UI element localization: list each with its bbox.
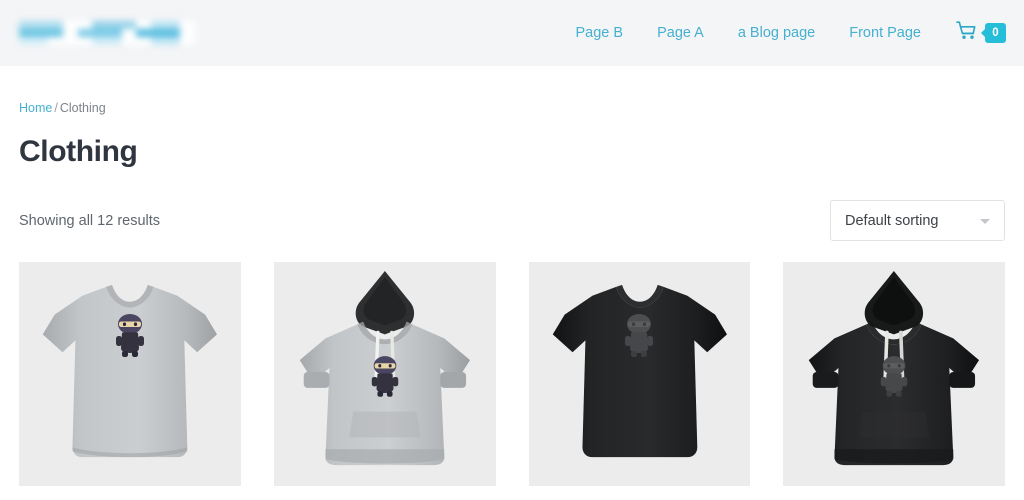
product-thumbnail-black-hoodie[interactable] xyxy=(783,261,1005,486)
product-card[interactable] xyxy=(528,261,751,486)
product-card[interactable] xyxy=(19,261,241,486)
product-thumbnail-black-tshirt[interactable] xyxy=(528,261,751,486)
chevron-down-icon[interactable] xyxy=(980,218,990,224)
breadcrumb-home-link[interactable]: Home xyxy=(19,101,52,115)
page-content: Home / Clothing Clothing Showing all 12 re… xyxy=(0,66,1024,486)
breadcrumb-current: Clothing xyxy=(59,101,106,115)
product-card[interactable] xyxy=(783,261,1005,486)
nav-item-page-b[interactable]: Page B xyxy=(559,26,641,41)
page-title: Clothing xyxy=(19,134,138,168)
ninja-graphic xyxy=(880,355,908,397)
sorting-selected-value: Default sorting xyxy=(845,212,939,229)
cart-count-badge[interactable]: 0 xyxy=(985,23,1006,43)
results-bar: Showing all 12 results Default sorting xyxy=(19,200,1005,242)
nav-item-a-blog-page[interactable]: a Blog page xyxy=(721,26,832,41)
sorting-dropdown[interactable]: Default sorting xyxy=(830,200,1005,241)
product-thumbnail-gray-tshirt[interactable] xyxy=(19,261,241,486)
product-thumbnail-gray-hoodie[interactable] xyxy=(273,261,496,486)
ninja-graphic xyxy=(625,313,654,357)
main-navigation: Page B Page A a Blog page Front Page 0 xyxy=(559,21,1006,45)
cart-widget[interactable]: 0 xyxy=(938,21,1006,45)
nav-item-page-a[interactable]: Page A xyxy=(640,26,721,41)
product-card[interactable] xyxy=(273,261,496,486)
site-logo-redacted-image xyxy=(19,21,195,45)
result-count-text: Showing all 12 results xyxy=(19,212,161,229)
tshirt-illustration xyxy=(42,284,217,457)
shopping-cart-icon[interactable] xyxy=(956,21,977,45)
site-header: Page B Page A a Blog page Front Page 0 xyxy=(0,0,1024,66)
site-logo[interactable] xyxy=(19,20,195,46)
nav-item-front-page[interactable]: Front Page xyxy=(832,26,938,41)
ninja-graphic xyxy=(115,313,144,357)
product-grid xyxy=(19,261,1005,486)
tshirt-illustration xyxy=(552,284,727,457)
breadcrumb-separator: / xyxy=(54,101,58,115)
breadcrumb: Home / Clothing xyxy=(19,66,1005,115)
ninja-graphic xyxy=(371,355,398,397)
